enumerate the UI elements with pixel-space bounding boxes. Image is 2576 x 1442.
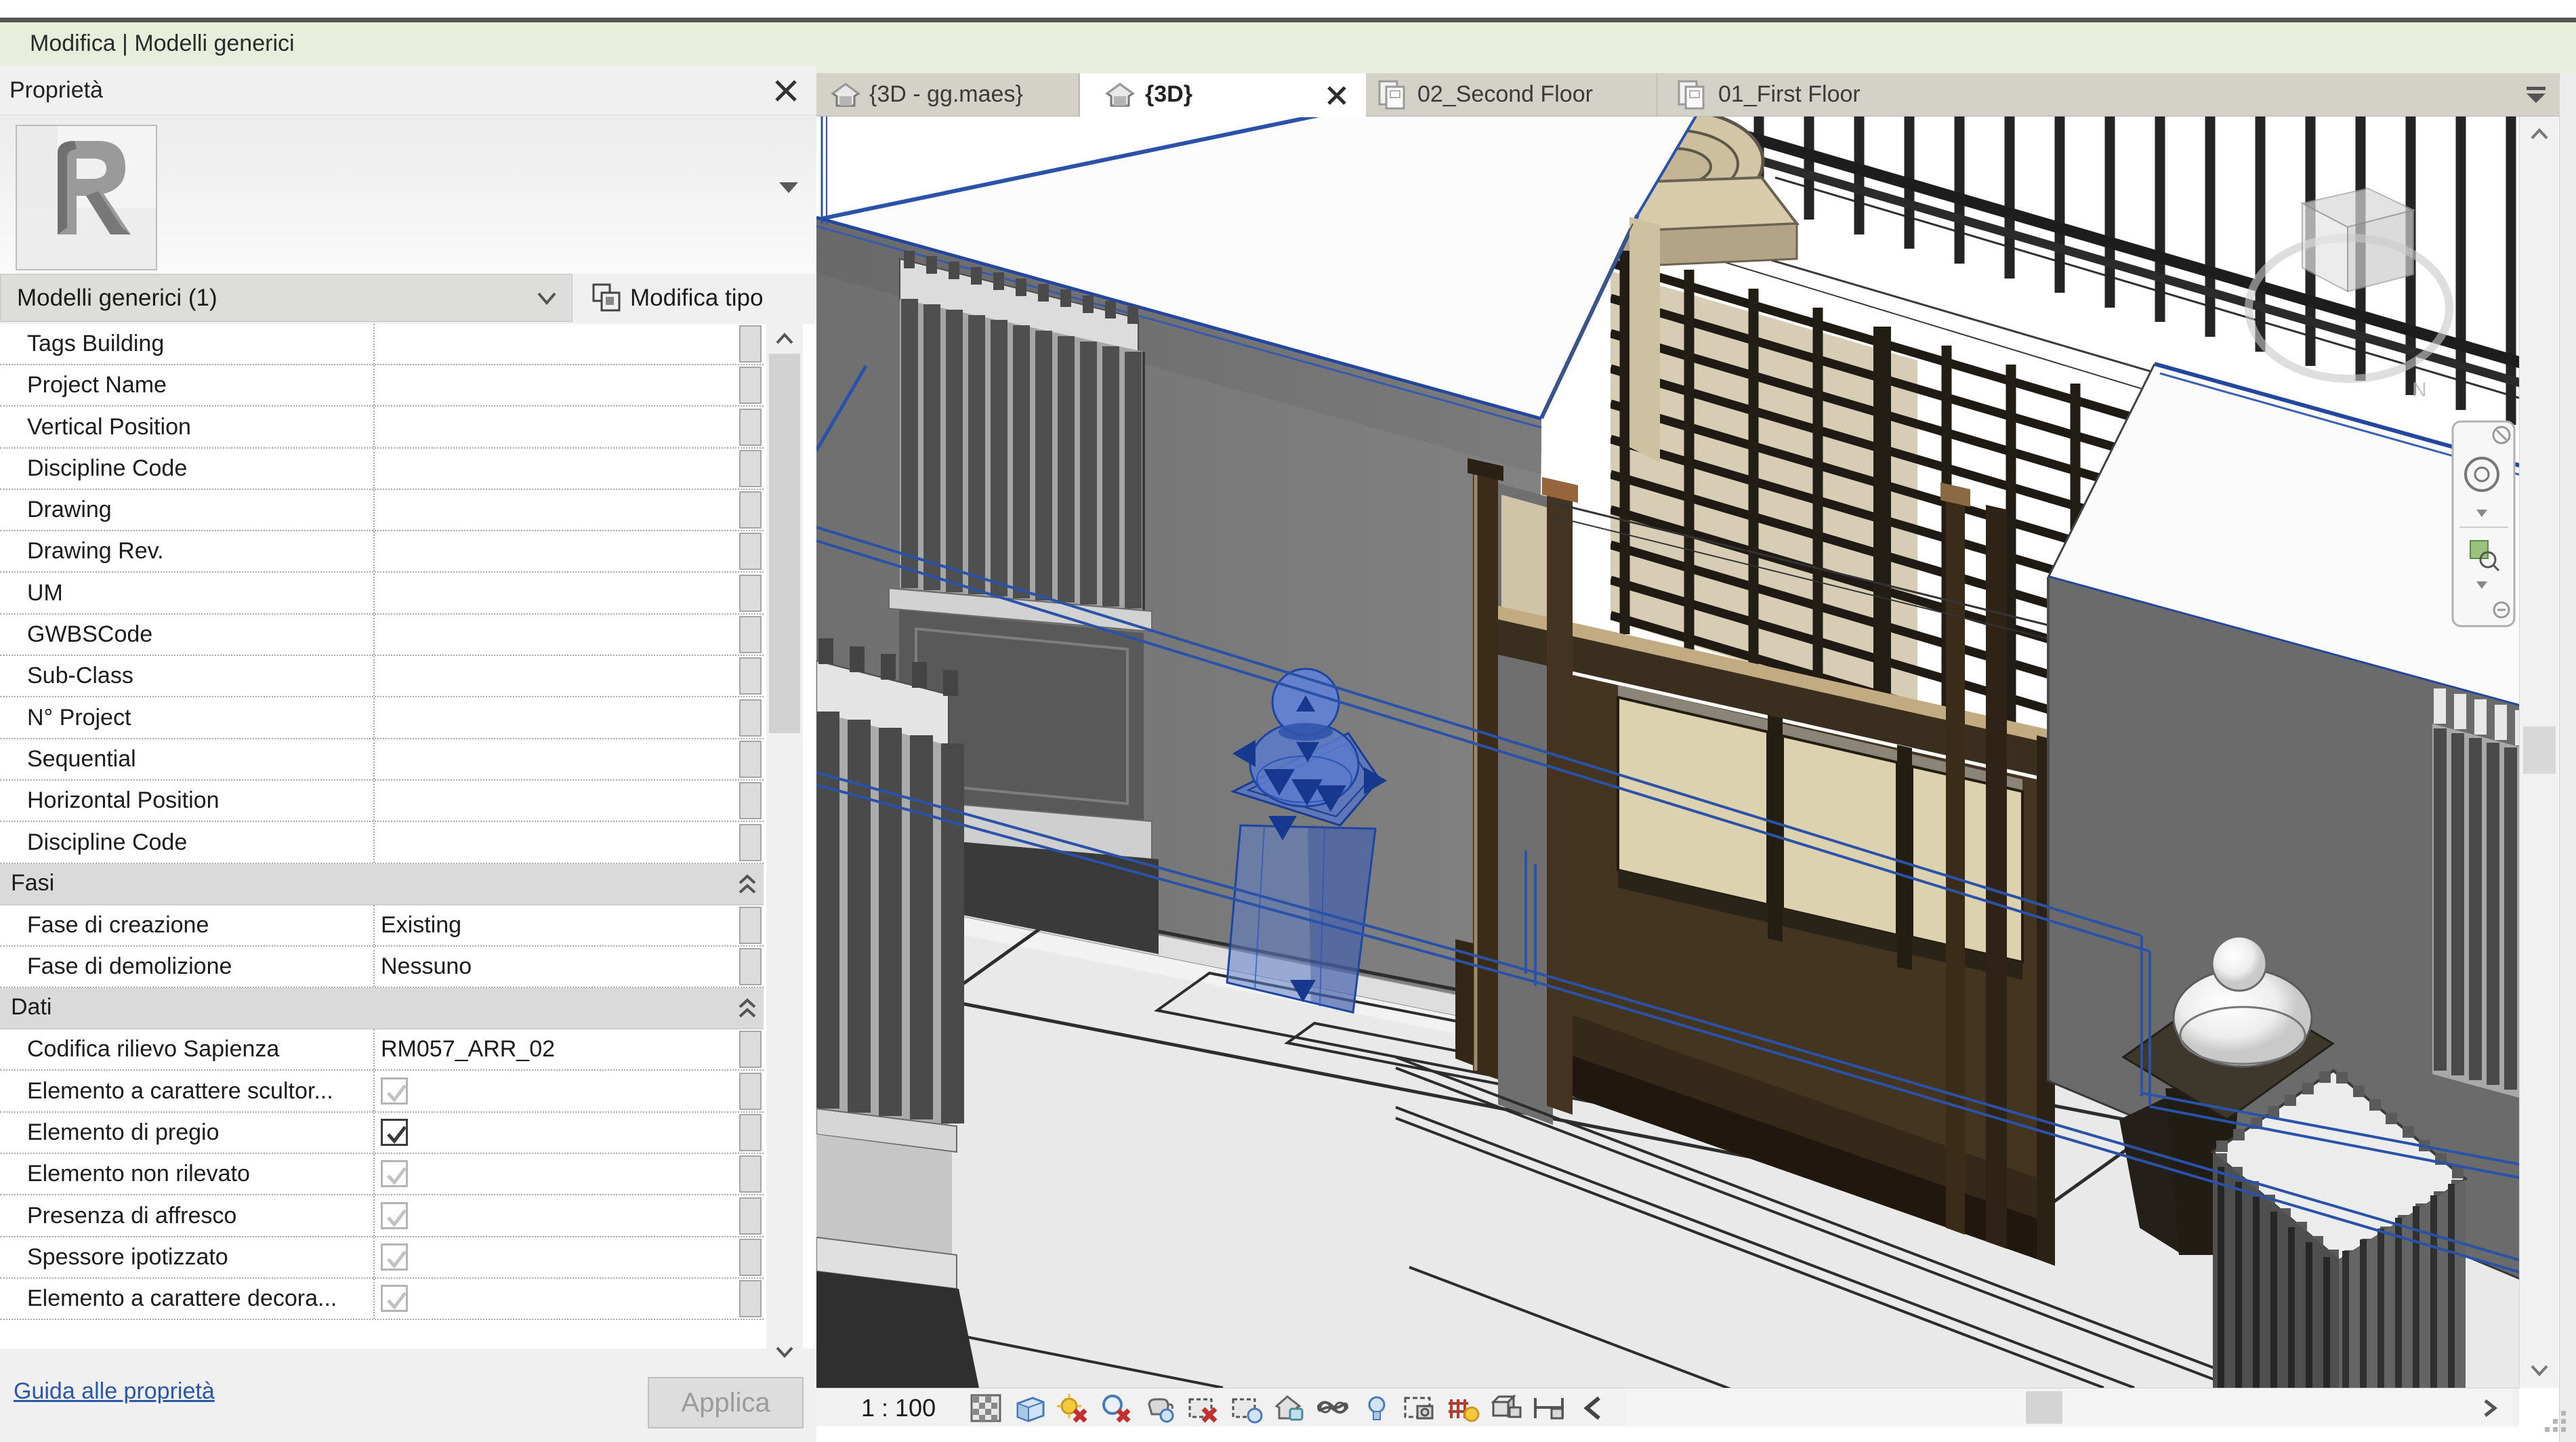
svg-text:N: N [2412,379,2427,401]
